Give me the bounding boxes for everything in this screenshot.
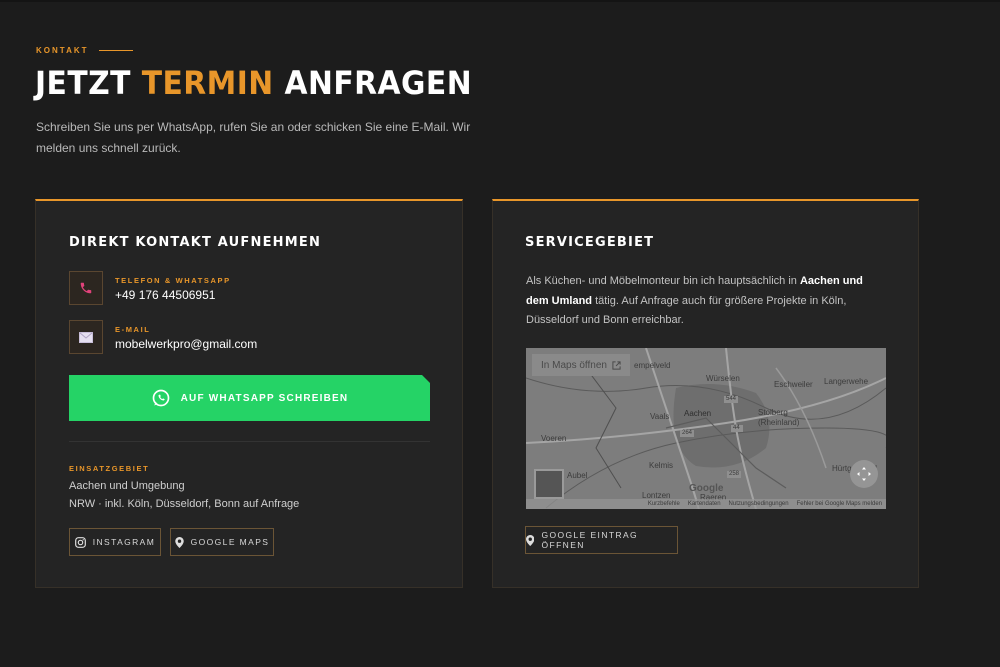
- map-footer-link[interactable]: Kurzbefehle: [648, 501, 680, 507]
- page-title: JETZT TERMIN ANFRAGEN: [35, 64, 472, 102]
- email-contact[interactable]: E-MAIL mobelwerkpro@gmail.com: [69, 320, 257, 354]
- map-footer-link[interactable]: Fehler bei Google Maps melden: [797, 501, 882, 507]
- area-label: EINSATZGEBIET: [69, 464, 150, 473]
- service-card-heading: SERVICEGEBIET: [525, 235, 655, 250]
- contact-card-heading: DIREKT KONTAKT AUFNEHMEN: [69, 235, 322, 250]
- map-pin-icon: [526, 534, 535, 546]
- map-embed[interactable]: In Maps öffnen empelveld Würselen Eschwe…: [526, 348, 886, 509]
- service-text-1: Als Küchen- und Möbelmonteur bin ich hau…: [526, 275, 800, 287]
- email-label: E-MAIL: [115, 325, 151, 334]
- envelope-icon: [69, 320, 103, 354]
- map-place: Langerwehe: [824, 377, 869, 386]
- top-border: [0, 0, 1000, 2]
- phone-contact[interactable]: TELEFON & WHATSAPP +49 176 44506951: [69, 271, 231, 305]
- map-place: empelveld: [634, 361, 671, 370]
- title-accent: TERMIN: [141, 64, 274, 102]
- road-label: 258: [729, 471, 740, 477]
- title-part2: ANFRAGEN: [284, 64, 473, 102]
- service-text: Als Küchen- und Möbelmonteur bin ich hau…: [526, 272, 878, 331]
- map-place: Aachen: [684, 409, 712, 418]
- section-eyebrow: KONTAKT: [36, 46, 133, 55]
- eyebrow-label: KONTAKT: [36, 46, 89, 55]
- map-place: Aubel: [567, 471, 588, 480]
- google-entry-button[interactable]: GOOGLE EINTRAG ÖFFNEN: [525, 526, 678, 554]
- map-place: Kelmis: [649, 461, 674, 470]
- service-card: SERVICEGEBIET Als Küchen- und Möbelmonte…: [492, 199, 919, 588]
- divider: [69, 441, 430, 442]
- phone-icon: [69, 271, 103, 305]
- map-pin-icon: [174, 536, 184, 548]
- map-layer-toggle[interactable]: [534, 469, 564, 499]
- whatsapp-button-label: AUF WHATSAPP SCHREIBEN: [180, 392, 349, 404]
- eyebrow-line: [98, 50, 133, 51]
- instagram-icon: [74, 536, 86, 548]
- road-label: 264: [682, 430, 693, 436]
- google-entry-button-label: GOOGLE EINTRAG ÖFFNEN: [541, 530, 639, 550]
- contact-card: DIREKT KONTAKT AUFNEHMEN TELEFON & WHATS…: [35, 199, 463, 588]
- open-in-maps-label: In Maps öffnen: [541, 359, 607, 371]
- instagram-button-label: INSTAGRAM: [92, 537, 156, 547]
- whatsapp-button[interactable]: AUF WHATSAPP SCHREIBEN: [69, 375, 430, 421]
- area-line-2: NRW · inkl. Köln, Düsseldorf, Bonn auf A…: [69, 498, 300, 510]
- intro-text: Schreiben Sie uns per WhatsApp, rufen Si…: [36, 120, 471, 155]
- phone-value[interactable]: +49 176 44506951: [115, 288, 231, 302]
- map-place: Stolberg (Rheinland): [758, 408, 800, 427]
- external-link-icon: [612, 360, 621, 370]
- map-footer-link[interactable]: Kartendaten: [688, 501, 721, 507]
- map-footer: Kurzbefehle Kartendaten Nutzungsbedingun…: [526, 499, 886, 509]
- phone-label: TELEFON & WHATSAPP: [115, 276, 231, 285]
- road-label: 44: [733, 425, 740, 431]
- open-in-maps-button[interactable]: In Maps öffnen: [532, 354, 630, 376]
- map-place: Eschweiler: [774, 380, 813, 389]
- map-place: Voeren: [541, 434, 567, 443]
- map-footer-link[interactable]: Nutzungsbedingungen: [729, 501, 789, 507]
- area-line-1: Aachen und Umgebung: [69, 480, 185, 492]
- map-pan-control[interactable]: [850, 460, 878, 488]
- map-place: Vaals: [650, 412, 670, 421]
- google-logo: Google: [689, 483, 724, 494]
- google-maps-button-label: GOOGLE MAPS: [190, 537, 270, 547]
- google-maps-button[interactable]: GOOGLE MAPS: [170, 528, 274, 556]
- whatsapp-icon: [151, 388, 171, 408]
- move-icon: [857, 467, 871, 481]
- map-place: Würselen: [706, 374, 740, 383]
- road-label: 544: [726, 396, 737, 402]
- title-part1: JETZT: [35, 64, 131, 102]
- email-value[interactable]: mobelwerkpro@gmail.com: [115, 337, 257, 351]
- instagram-button[interactable]: INSTAGRAM: [69, 528, 161, 556]
